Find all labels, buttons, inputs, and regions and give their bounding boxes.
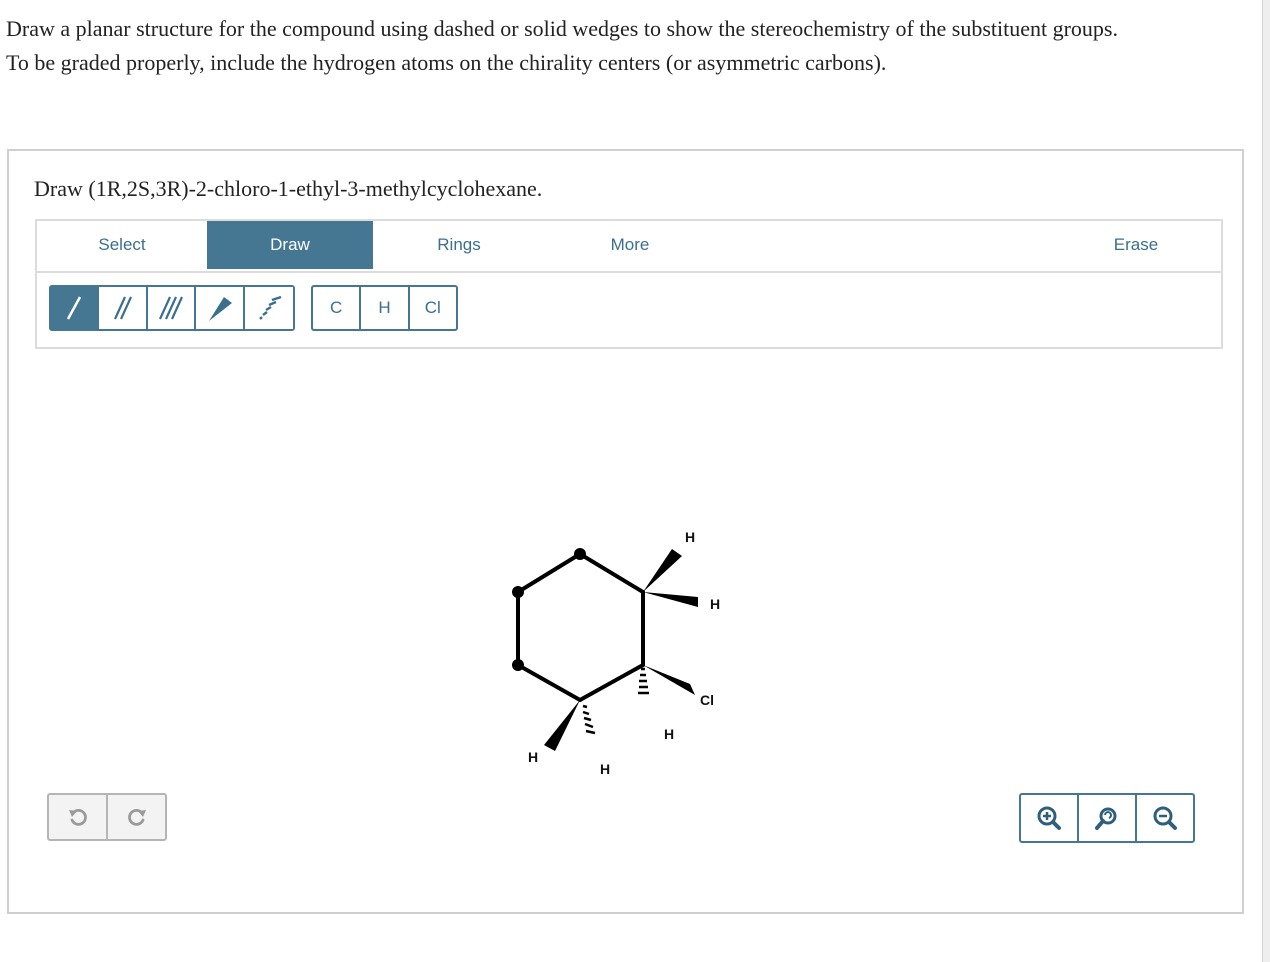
zoom-in-icon <box>1037 806 1061 830</box>
dash-bond-bottom <box>582 704 596 735</box>
undo-icon <box>68 808 87 826</box>
instruction-line-2: To be graded properly, include the hydro… <box>6 50 887 75</box>
scrollbar-track[interactable] <box>1262 0 1270 962</box>
wedge-bond-down-left <box>544 700 580 751</box>
instruction-line-1: Draw a planar structure for the compound… <box>6 16 1118 41</box>
atom-label-h-top: H <box>685 529 695 545</box>
undo-button[interactable] <box>49 795 108 839</box>
atom-label-h-mid: H <box>664 726 674 742</box>
atom-label-cl: Cl <box>700 692 714 708</box>
wedge-bond-up <box>643 549 682 592</box>
undo-redo-group <box>47 793 167 841</box>
atom-label-h-right: H <box>710 596 720 612</box>
dash-bond-down <box>638 667 649 695</box>
zoom-reset-button[interactable] <box>1079 795 1137 841</box>
atom-dots <box>512 548 586 671</box>
molecule-structure: H H Cl H H H <box>512 529 720 777</box>
atom-label-h-left: H <box>528 749 538 765</box>
drawing-panel: Draw (1R,2S,3R)-2-chloro-1-ethyl-3-methy… <box>7 149 1244 914</box>
zoom-in-button[interactable] <box>1021 795 1079 841</box>
zoom-controls <box>1019 793 1195 843</box>
zoom-out-button[interactable] <box>1137 795 1193 841</box>
zoom-reset-icon <box>1095 807 1117 830</box>
wedge-bond-cl <box>643 665 695 695</box>
atom-label-h-bottom: H <box>600 761 610 777</box>
redo-icon <box>127 808 146 826</box>
ring-bonds <box>516 552 645 702</box>
redo-button[interactable] <box>108 795 165 839</box>
zoom-out-icon <box>1153 806 1177 830</box>
instructions: Draw a planar structure for the compound… <box>6 12 1246 80</box>
wedge-bond-right <box>643 592 698 607</box>
